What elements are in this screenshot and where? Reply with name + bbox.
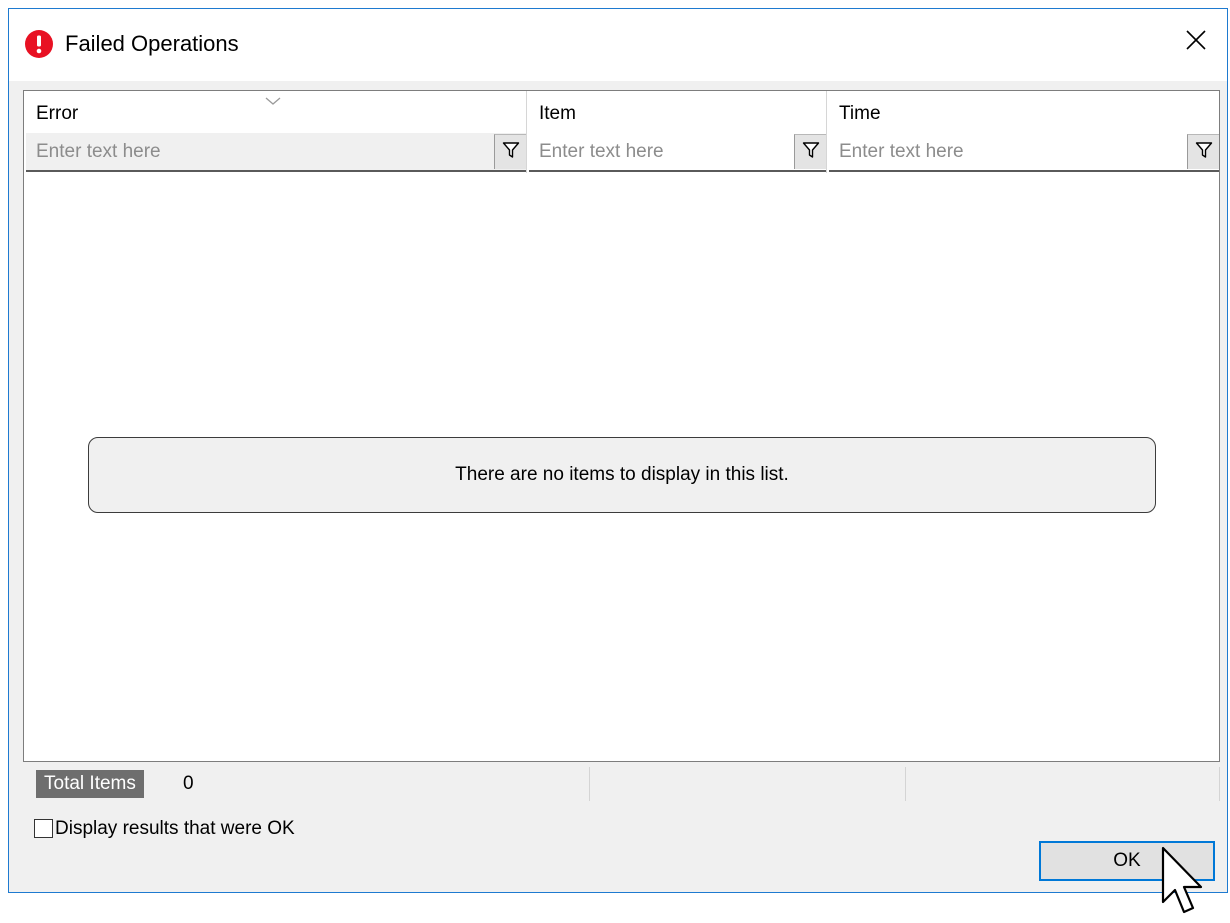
filter-icon xyxy=(502,141,520,164)
mouse-pointer-icon xyxy=(1158,846,1206,918)
column-header-item[interactable]: Item xyxy=(527,91,827,173)
failed-operations-list[interactable]: Error Item xyxy=(23,90,1220,762)
failed-operations-dialog: Failed Operations Error Enter text here … xyxy=(8,8,1228,893)
column-header-time[interactable]: Time xyxy=(827,91,1219,173)
display-ok-results-checkbox[interactable] xyxy=(34,819,53,838)
title-bar: Failed Operations xyxy=(9,9,1227,81)
status-bar: Total Items 0 xyxy=(23,767,1220,801)
filter-button-error[interactable] xyxy=(494,134,526,169)
status-divider xyxy=(589,767,590,801)
filter-icon xyxy=(802,141,820,164)
sort-chevron-down-icon xyxy=(265,93,281,105)
filter-row-item xyxy=(529,133,826,172)
filter-button-time[interactable] xyxy=(1187,134,1219,169)
close-icon xyxy=(1185,29,1207,56)
status-divider xyxy=(905,767,906,801)
column-header-error[interactable]: Error xyxy=(24,91,527,173)
column-label-item: Item xyxy=(539,103,576,124)
column-label-time: Time xyxy=(839,103,881,124)
filter-row-time xyxy=(829,133,1219,172)
filter-button-item[interactable] xyxy=(794,134,826,169)
display-ok-results-label[interactable]: Display results that were OK xyxy=(55,818,295,840)
empty-list-message: There are no items to display in this li… xyxy=(88,437,1156,513)
status-divider xyxy=(1219,767,1220,801)
total-items-label: Total Items xyxy=(36,770,144,798)
close-button[interactable] xyxy=(1165,9,1227,75)
filter-input-item[interactable] xyxy=(539,133,790,170)
filter-row-error xyxy=(26,133,526,172)
total-items-value: 0 xyxy=(183,773,194,794)
error-icon xyxy=(24,29,54,59)
empty-list-text: There are no items to display in this li… xyxy=(455,464,789,485)
column-label-error: Error xyxy=(36,103,79,124)
filter-icon xyxy=(1195,141,1213,164)
window-title: Failed Operations xyxy=(65,31,239,56)
filter-input-error[interactable] xyxy=(36,133,490,170)
filter-input-time[interactable] xyxy=(839,133,1183,170)
